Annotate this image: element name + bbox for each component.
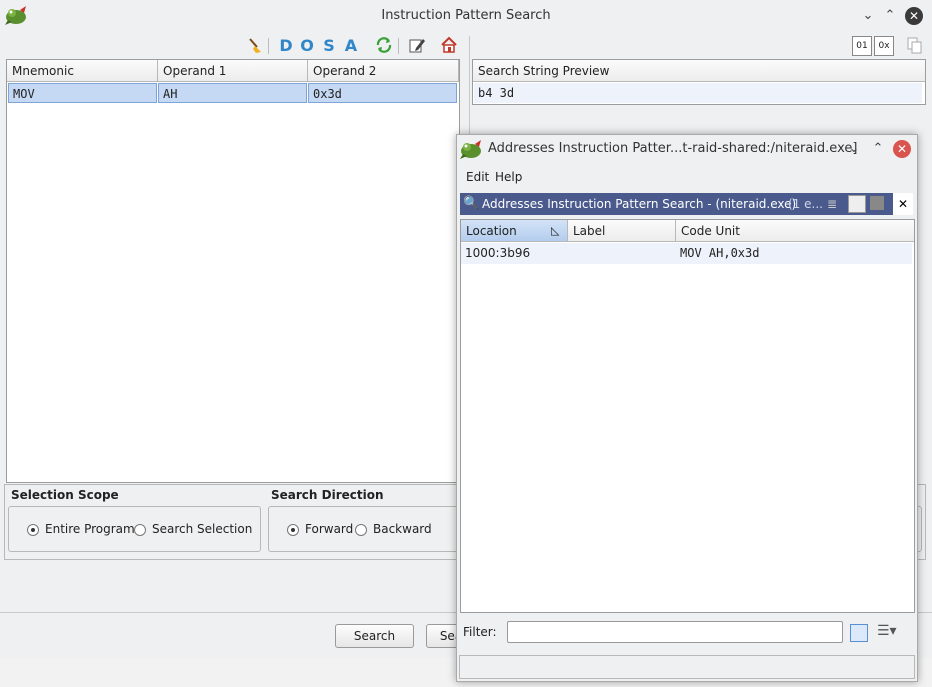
main-window-title: Instruction Pattern Search bbox=[381, 8, 551, 23]
radio-forward[interactable] bbox=[287, 524, 299, 536]
edit-pencil-icon[interactable] bbox=[408, 36, 426, 54]
maximize-button[interactable]: ⌃ bbox=[881, 7, 899, 25]
preview-header: Search String Preview bbox=[473, 60, 925, 82]
cell-location[interactable]: 1000:3b96 bbox=[461, 243, 568, 263]
make-selection-icon[interactable] bbox=[848, 195, 866, 213]
filter-label: Filter: bbox=[463, 625, 497, 639]
toolbar-separator bbox=[398, 38, 399, 54]
radio-search-selection[interactable] bbox=[134, 524, 146, 536]
cell-operand2[interactable]: 0x3d bbox=[308, 83, 457, 103]
refresh-icon[interactable] bbox=[375, 36, 393, 54]
list-view-icon[interactable]: ≣ bbox=[827, 196, 843, 212]
column-header-operand1[interactable]: Operand 1 bbox=[158, 60, 308, 82]
cell-label[interactable] bbox=[568, 243, 676, 263]
search-string-preview: Search String Preview b4 3d bbox=[472, 59, 926, 105]
menu-help[interactable]: Help bbox=[495, 167, 522, 187]
selection-scope-group: Entire Program Search Selection bbox=[8, 506, 261, 552]
search-direction-group: Forward Backward bbox=[268, 506, 470, 552]
radio-backward[interactable] bbox=[355, 524, 367, 536]
ghidra-dragon-icon bbox=[459, 138, 483, 160]
label-entire-program[interactable]: Entire Program bbox=[45, 522, 135, 536]
dosa-a-button[interactable]: A bbox=[342, 36, 360, 55]
filter-options-icon[interactable] bbox=[850, 624, 868, 642]
minimize-button[interactable]: ⌄ bbox=[859, 7, 877, 25]
menu-edit[interactable]: Edit bbox=[466, 167, 489, 187]
close-button[interactable]: ✕ bbox=[893, 140, 911, 158]
close-button[interactable]: ✕ bbox=[905, 7, 923, 25]
filter-settings-icon[interactable]: ☰▾ bbox=[877, 623, 897, 639]
column-header-operand2[interactable]: Operand 2 bbox=[308, 60, 459, 82]
close-results-icon[interactable]: ✕ bbox=[893, 193, 913, 215]
table-row[interactable]: 1000:3b96 MOV AH,0x3d bbox=[461, 243, 912, 264]
label-forward[interactable]: Forward bbox=[305, 522, 353, 536]
home-icon[interactable] bbox=[440, 36, 458, 54]
radio-entire-program[interactable] bbox=[27, 524, 39, 536]
main-title-bar[interactable]: Instruction Pattern Search ⌄ ⌃ ✕ bbox=[0, 0, 932, 32]
dosa-s-button[interactable]: S bbox=[320, 36, 338, 55]
minimize-button[interactable]: ⌄ bbox=[845, 140, 863, 158]
dosa-o-button[interactable]: O bbox=[298, 36, 316, 55]
results-tab-title-bar[interactable]: 🔍 Addresses Instruction Pattern Search -… bbox=[460, 193, 913, 215]
search-direction-title: Search Direction bbox=[271, 488, 384, 502]
selection-scope-title: Selection Scope bbox=[11, 488, 119, 502]
search-button[interactable]: Search bbox=[335, 624, 414, 648]
filter-input[interactable] bbox=[507, 621, 843, 643]
label-backward[interactable]: Backward bbox=[373, 522, 432, 536]
cell-code-unit[interactable]: MOV AH,0x3d bbox=[676, 243, 912, 263]
toolbar: D O S A 01 0x bbox=[0, 33, 932, 59]
cell-mnemonic[interactable]: MOV bbox=[8, 83, 157, 103]
clear-broom-icon[interactable] bbox=[246, 36, 264, 54]
toolbar-separator bbox=[268, 38, 269, 54]
results-count: (1 e... bbox=[788, 197, 823, 211]
column-header-mnemonic[interactable]: Mnemonic bbox=[7, 60, 158, 82]
snapshot-icon[interactable] bbox=[870, 196, 884, 210]
results-table: Location ◺ Label Code Unit 1000:3b96 MOV… bbox=[460, 219, 915, 613]
addresses-results-window: Addresses Instruction Patter...t-raid-sh… bbox=[456, 134, 918, 682]
preview-value[interactable]: b4 3d bbox=[474, 83, 922, 103]
column-header-code-unit[interactable]: Code Unit bbox=[676, 220, 914, 242]
pattern-table: Mnemonic Operand 1 Operand 2 MOV AH 0x3d bbox=[6, 59, 460, 483]
column-header-label[interactable]: Label bbox=[568, 220, 676, 242]
sort-icon: ◺ bbox=[551, 224, 560, 237]
hex-mode-icon[interactable]: 01 bbox=[852, 36, 872, 56]
status-bar bbox=[459, 655, 915, 679]
search-icon: 🔍 bbox=[463, 196, 480, 211]
dosa-d-button[interactable]: D bbox=[277, 36, 295, 55]
results-title-bar[interactable]: Addresses Instruction Patter...t-raid-sh… bbox=[457, 135, 917, 163]
maximize-button[interactable]: ⌃ bbox=[869, 140, 887, 158]
label-search-selection[interactable]: Search Selection bbox=[152, 522, 252, 536]
hex-0x-icon[interactable]: 0x bbox=[874, 36, 894, 56]
results-bar-title: Addresses Instruction Pattern Search - (… bbox=[482, 197, 797, 211]
cell-operand1[interactable]: AH bbox=[158, 83, 307, 103]
results-window-title: Addresses Instruction Patter...t-raid-sh… bbox=[488, 141, 858, 156]
copy-icon[interactable] bbox=[906, 36, 924, 54]
